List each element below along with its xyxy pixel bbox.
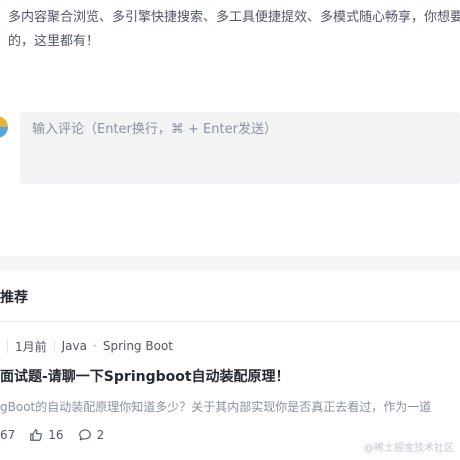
thumbs-up-icon <box>30 429 43 441</box>
likes-value: 16 <box>48 428 64 442</box>
views-value: 67 <box>0 428 16 442</box>
avatar[interactable] <box>0 116 8 138</box>
article-abstract[interactable]: gBoot的自动装配原理你知道多少？关于其内部实现你是否真正去看过，作为一道 <box>0 398 460 415</box>
meta-divider <box>7 339 8 353</box>
intro-text: 多内容聚合浏览、多引擎快捷搜索、多工具便捷提效、多模式随心畅享，你想要 的，这里… <box>8 6 460 54</box>
article-tag-java[interactable]: Java <box>62 339 87 353</box>
watermark: @稀土掘金技术社区 <box>364 443 454 454</box>
tag-separator-dot: · <box>93 339 97 353</box>
intro-line-2: 的，这里都有！ <box>8 34 100 49</box>
meta-divider <box>53 339 55 353</box>
recommend-section-title: 推荐 <box>0 290 28 306</box>
comment-count-button[interactable]: 2 <box>78 428 105 442</box>
comment-bubble-icon <box>78 429 91 441</box>
views-count: 67 <box>0 428 15 442</box>
comment-input[interactable] <box>32 122 452 137</box>
like-button[interactable]: 16 <box>29 428 64 442</box>
comments-value: 2 <box>96 428 105 442</box>
article-actions: 67 16 2 <box>0 425 118 445</box>
article-time: 1月前 <box>15 339 47 354</box>
intro-line-1: 多内容聚合浏览、多引擎快捷搜索、多工具便捷提效、多模式随心畅享，你想要 <box>8 10 460 25</box>
article-tag-spring-boot[interactable]: Spring Boot <box>103 339 173 353</box>
comment-box[interactable] <box>20 112 460 184</box>
article-meta: 1月前 Java · Spring Boot <box>0 336 173 356</box>
section-divider <box>0 256 460 270</box>
section-title-divider <box>0 321 460 322</box>
article-title[interactable]: 面试题-请聊一下Springboot自动装配原理！ <box>0 366 460 386</box>
